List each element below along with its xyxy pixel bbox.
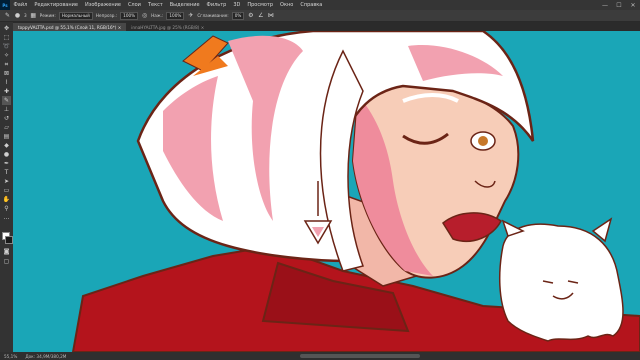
healing-icon[interactable]: ✚	[2, 87, 11, 96]
stamp-icon[interactable]: ⊥	[2, 105, 11, 114]
type-icon[interactable]: T	[2, 168, 11, 177]
opacity-label: Непрозр.:	[95, 13, 118, 18]
zoom-level[interactable]: 55,1%	[4, 354, 17, 359]
pressure-opacity-icon[interactable]: ◎	[141, 12, 148, 19]
menu-layers[interactable]: Слои	[124, 2, 144, 8]
menu-help[interactable]: Справка	[297, 2, 326, 8]
airbrush-icon[interactable]: ✈	[187, 12, 194, 19]
menu-image[interactable]: Изображение	[81, 2, 124, 8]
menu-file[interactable]: Файл	[10, 2, 31, 8]
lasso-icon[interactable]: ➰	[2, 42, 11, 51]
settings-gear-icon[interactable]: ⚙	[247, 12, 254, 19]
document-tab[interactable]: innaHYALTTA.jpg @ 25% (RGB/8) ×	[126, 23, 209, 31]
brush-preset-icon[interactable]: ●	[14, 12, 21, 19]
more-icon[interactable]: …	[2, 213, 11, 222]
mode-label: Режим:	[39, 13, 56, 18]
document-tab-active[interactable]: toppyVALTTA.psd @ 55,1% (Слой 11, RGB/16…	[13, 23, 127, 31]
marquee-icon[interactable]: ⬚	[2, 33, 11, 42]
menu-select[interactable]: Выделение	[166, 2, 203, 8]
history-brush-icon[interactable]: ↺	[2, 114, 11, 123]
close-button[interactable]: ✕	[626, 2, 640, 9]
zoom-icon[interactable]: ⚲	[2, 204, 11, 213]
quick-select-icon[interactable]: ✧	[2, 51, 11, 60]
pen-icon[interactable]: ✒	[2, 159, 11, 168]
menu-window[interactable]: Окно	[277, 2, 297, 8]
tools-panel: ✥ ⬚ ➰ ✧ ⌗ ⊠ ⌇ ✚ ✎ ⊥ ↺ ▱ ▤ ◆ ● ✒ T ➤ ▭ ✋ …	[0, 22, 14, 352]
menu-edit[interactable]: Редактирование	[31, 2, 82, 8]
screen-mode-icon[interactable]: ▢	[2, 257, 11, 266]
shape-icon[interactable]: ▭	[2, 186, 11, 195]
options-bar: ✎ ● 3 ▦ Режим: Нормальный Непрозр.: 100%…	[0, 10, 640, 22]
document-size[interactable]: Док: 34,9M/380,2M	[25, 354, 66, 359]
menu-3d[interactable]: 3D	[230, 2, 244, 8]
frame-icon[interactable]: ⊠	[2, 69, 11, 78]
eraser-icon[interactable]: ▱	[2, 123, 11, 132]
app-logo[interactable]: Ps	[0, 0, 10, 10]
hand-icon[interactable]: ✋	[2, 195, 11, 204]
artwork	[13, 31, 640, 352]
dodge-icon[interactable]: ●	[2, 150, 11, 159]
symmetry-icon[interactable]: ⋈	[267, 12, 274, 19]
minimize-button[interactable]: —	[598, 2, 612, 9]
document-canvas[interactable]	[13, 31, 640, 352]
smoothing-label: Сглаживание:	[197, 13, 229, 18]
window-controls: — ☐ ✕	[598, 2, 640, 9]
brush-panel-icon[interactable]: ▦	[30, 12, 37, 19]
horizontal-scrollbar[interactable]	[300, 354, 420, 358]
gradient-icon[interactable]: ▤	[2, 132, 11, 141]
mode-select[interactable]: Нормальный	[58, 11, 93, 20]
brush-size-value[interactable]: 3	[24, 13, 27, 18]
flow-label: Наж.:	[151, 13, 164, 18]
document-tab-bar: toppyVALTTA.psd @ 55,1% (Слой 11, RGB/16…	[13, 22, 640, 31]
blur-icon[interactable]: ◆	[2, 141, 11, 150]
opacity-field[interactable]: 100%	[120, 11, 139, 20]
menu-bar: Ps Файл Редактирование Изображение Слои …	[0, 0, 640, 10]
menu-filter[interactable]: Фильтр	[203, 2, 230, 8]
eyedropper-icon[interactable]: ⌇	[2, 78, 11, 87]
angle-icon[interactable]: ∠	[257, 12, 264, 19]
maximize-button[interactable]: ☐	[612, 2, 626, 9]
crop-icon[interactable]: ⌗	[2, 60, 11, 69]
iris	[478, 136, 488, 146]
smoothing-field[interactable]: 0%	[231, 11, 245, 20]
tool-preset-icon[interactable]: ✎	[4, 12, 11, 19]
path-select-icon[interactable]: ➤	[2, 177, 11, 186]
menu-view[interactable]: Просмотр	[244, 2, 277, 8]
flow-field[interactable]: 100%	[166, 11, 185, 20]
move-icon[interactable]: ✥	[2, 24, 11, 33]
quick-mask-icon[interactable]: ◙	[2, 247, 11, 256]
brush-icon[interactable]: ✎	[2, 96, 11, 105]
background-color-swatch[interactable]	[5, 236, 13, 244]
menu-type[interactable]: Текст	[144, 2, 166, 8]
